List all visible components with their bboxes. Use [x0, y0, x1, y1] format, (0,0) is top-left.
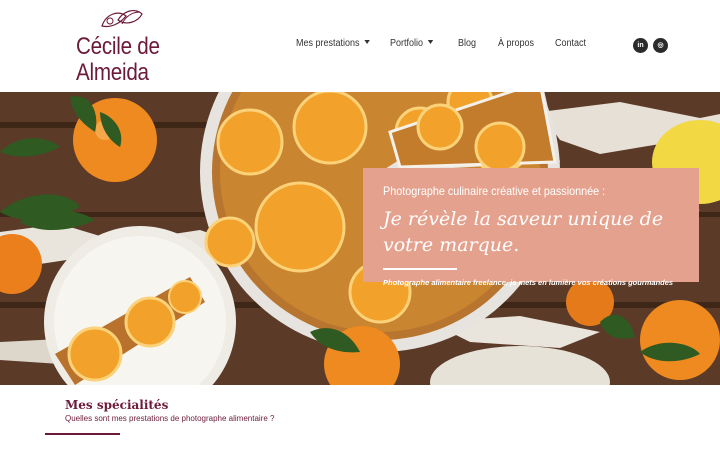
section-divider [45, 433, 120, 435]
chevron-down-icon [364, 40, 370, 45]
citrus-leaf-icon [101, 10, 143, 28]
site-header: Cécile de Almeida Mes prestations Portfo… [0, 0, 720, 92]
chevron-down-icon [427, 40, 433, 45]
nav-item-contact[interactable]: Contact [555, 38, 586, 49]
instagram-icon[interactable]: ◎ [653, 38, 668, 53]
site-logo[interactable]: Cécile de Almeida [76, 6, 176, 88]
hero-text-box: Photographe culinaire créative et passio… [363, 168, 699, 287]
logo-text-line1: Cécile de [76, 33, 160, 60]
nav-item-label: Contact [555, 38, 587, 49]
nav-item-label: Portfolio [390, 38, 424, 49]
section-subtitle: Quelles sont mes prestations de photogra… [65, 414, 275, 423]
linkedin-icon[interactable]: in [633, 38, 648, 53]
section-title: Mes spécialités [65, 398, 169, 412]
logo-text-line2: Almeida [76, 59, 149, 86]
hero-kicker: Photographe culinaire créative et passio… [383, 184, 606, 198]
nav-item-mes-prestations[interactable]: Mes prestations [296, 38, 370, 49]
nav-item-blog[interactable]: Blog [458, 38, 476, 49]
nav-item-label: À propos [498, 38, 535, 49]
nav-item-a-propos[interactable]: À propos [498, 38, 534, 49]
nav-item-portfolio[interactable]: Portfolio [390, 38, 433, 49]
nav-item-label: Blog [458, 38, 477, 49]
hero-title: Je révèle la saveur unique de votre marq… [383, 208, 664, 256]
hero-banner: Photographe culinaire créative et passio… [0, 92, 720, 385]
nav-item-label: Mes prestations [296, 38, 360, 49]
hero-divider [383, 268, 457, 270]
hero-subtitle: Photographe alimentaire freelance, je me… [383, 278, 674, 287]
